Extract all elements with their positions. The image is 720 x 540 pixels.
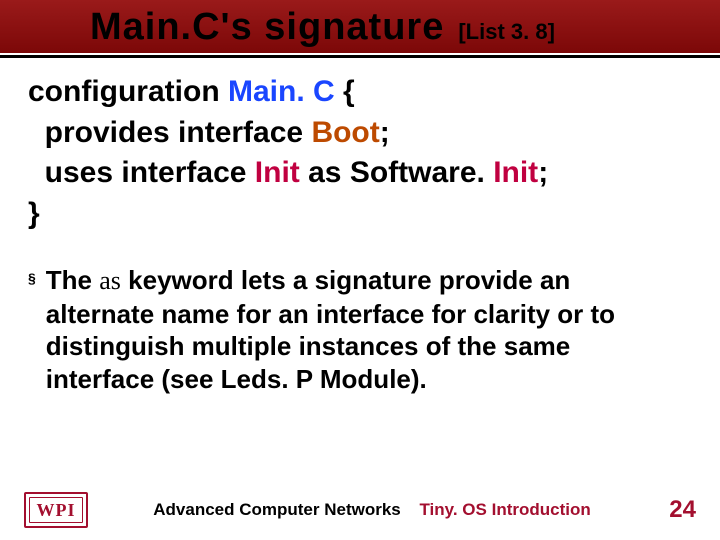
title-bar: Main.C's signature [List 3. 8] bbox=[0, 0, 720, 53]
code-line-2: provides interface Boot; bbox=[28, 113, 692, 154]
explanation-text: The as keyword lets a signature provide … bbox=[46, 264, 682, 395]
bullet-marker: § bbox=[28, 264, 36, 292]
code-block: configuration Main. C { provides interfa… bbox=[28, 72, 692, 234]
wpi-logo: WPI bbox=[24, 492, 88, 528]
code-line-4: } bbox=[28, 194, 692, 235]
code-line-1: configuration Main. C { bbox=[28, 72, 692, 113]
topic-name: Tiny. OS Introduction bbox=[419, 500, 590, 519]
page-number: 24 bbox=[656, 496, 696, 524]
footer-center: Advanced Computer Networks Tiny. OS Intr… bbox=[88, 500, 656, 520]
explanation-bullet: § The as keyword lets a signature provid… bbox=[28, 264, 692, 395]
slide-title: Main.C's signature bbox=[90, 6, 444, 49]
slide: Main.C's signature [List 3. 8] configura… bbox=[0, 0, 720, 540]
slide-title-tag: [List 3. 8] bbox=[458, 19, 555, 45]
footer: WPI Advanced Computer Networks Tiny. OS … bbox=[0, 492, 720, 528]
code-line-3: uses interface Init as Software. Init; bbox=[28, 153, 692, 194]
slide-body: configuration Main. C { provides interfa… bbox=[0, 58, 720, 395]
course-name: Advanced Computer Networks bbox=[153, 500, 401, 519]
